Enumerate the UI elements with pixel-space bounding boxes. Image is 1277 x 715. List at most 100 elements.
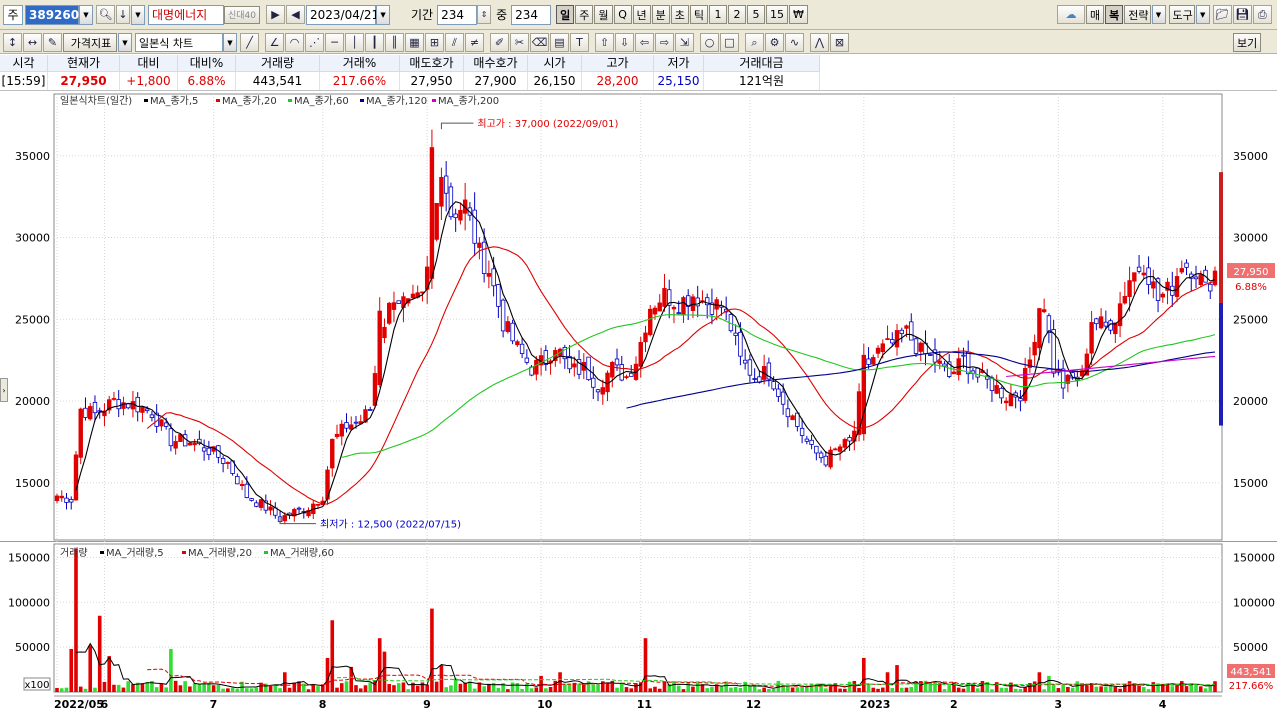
- period-line-icon[interactable]: ║: [385, 33, 404, 52]
- pattern-tool-icon[interactable]: ⋀: [810, 33, 829, 52]
- candle-body: [510, 322, 515, 342]
- multi-vline-icon[interactable]: ┃: [365, 33, 384, 52]
- channel-tool-icon[interactable]: ⫽: [445, 33, 464, 52]
- candle-body: [410, 293, 416, 299]
- play-left-icon[interactable]: ◀: [286, 5, 306, 24]
- quote-header: 거래%: [320, 55, 400, 72]
- price-indicator-button[interactable]: 가격지표: [63, 33, 117, 52]
- export-icon[interactable]: ⇲: [675, 33, 694, 52]
- erase-tool-icon[interactable]: ✂: [510, 33, 529, 52]
- right-arrow-icon[interactable]: ⇨: [655, 33, 674, 52]
- chart-area[interactable]: 15000 15000 20000 20000 25000 25000 30000 30000…: [0, 92, 1277, 712]
- volume-bar: [563, 683, 567, 692]
- stock-code-dropdown[interactable]: ▼: [79, 4, 93, 25]
- line-tool-icon[interactable]: ╱: [240, 33, 259, 52]
- chart-type-select[interactable]: 일본식 차트: [135, 33, 223, 52]
- price-volume-chart[interactable]: 15000 15000 20000 20000 25000 25000 30000 30000…: [0, 92, 1277, 712]
- text-tool-icon[interactable]: T: [570, 33, 589, 52]
- market-select[interactable]: 주: [3, 4, 23, 25]
- interval-button[interactable]: 일: [556, 5, 575, 24]
- search-icon[interactable]: 🔍︎: [96, 5, 115, 24]
- arc-tool-icon[interactable]: ◠: [285, 33, 304, 52]
- close-tool-icon[interactable]: ⊠: [830, 33, 849, 52]
- arrow-leftright-icon[interactable]: ↔: [23, 33, 42, 52]
- volume-bar: [581, 684, 586, 692]
- tools-dropdown[interactable]: ▼: [1195, 5, 1210, 24]
- interval-button[interactable]: 2: [728, 5, 747, 24]
- stock-code-input[interactable]: 389260: [25, 4, 79, 25]
- volume-unit-label: x100: [24, 680, 49, 691]
- interval-button[interactable]: 1: [709, 5, 728, 24]
- save-icon[interactable]: 💾︎: [1232, 5, 1252, 24]
- candle-body: [742, 359, 748, 364]
- interval-button[interactable]: ₩: [789, 5, 808, 24]
- candle-body: [1193, 276, 1199, 280]
- candle-body: [1179, 268, 1184, 273]
- hline-tool-icon[interactable]: ─: [325, 33, 344, 52]
- interval-button[interactable]: 틱: [689, 5, 709, 24]
- play-right-icon[interactable]: ▶: [266, 5, 286, 24]
- fan-tool-icon[interactable]: ⋰: [305, 33, 324, 52]
- stock-name-input[interactable]: 대명에너지: [148, 4, 224, 25]
- grid-tool-icon[interactable]: ▦: [405, 33, 424, 52]
- settings-icon[interactable]: ⚙: [765, 33, 784, 52]
- circle-tool-icon[interactable]: ○: [700, 33, 719, 52]
- candle-body: [994, 385, 999, 394]
- vline-tool-icon[interactable]: │: [345, 33, 364, 52]
- cloud-icon[interactable]: ☁: [1057, 5, 1085, 24]
- eraser-icon[interactable]: ⌫: [530, 33, 549, 52]
- chart-type-dropdown[interactable]: ▼: [223, 33, 237, 52]
- print-icon[interactable]: ⎙: [1252, 5, 1272, 24]
- volume-bar: [401, 682, 406, 692]
- quote-column: 거래량 443,541: [236, 55, 320, 91]
- legend-swatch: [360, 99, 364, 102]
- interval-button[interactable]: 5: [747, 5, 766, 24]
- interval-button[interactable]: 초: [670, 5, 689, 24]
- interval-button[interactable]: 분: [651, 5, 670, 24]
- view-button[interactable]: 보기: [1233, 33, 1262, 52]
- date-dropdown[interactable]: ▼: [376, 4, 391, 25]
- period-stepper-icon[interactable]: ⇕: [477, 5, 492, 24]
- interval-button[interactable]: Q: [613, 5, 632, 24]
- folder-icon[interactable]: 📁︎: [1212, 5, 1232, 24]
- tools-button[interactable]: 도구: [1168, 5, 1195, 24]
- interval-button[interactable]: 년: [632, 5, 651, 24]
- interval-button[interactable]: 주: [575, 5, 594, 24]
- count-input[interactable]: 234: [511, 4, 552, 25]
- volume-bar: [173, 680, 178, 692]
- rect-tool-icon[interactable]: □: [720, 33, 739, 52]
- fib-tool-icon[interactable]: ⊞: [425, 33, 444, 52]
- strategy-dropdown[interactable]: ▼: [1151, 5, 1166, 24]
- left-arrow-icon[interactable]: ⇦: [635, 33, 654, 52]
- candle-body: [695, 297, 700, 307]
- strategy-button[interactable]: 전략: [1124, 5, 1151, 24]
- period-input[interactable]: 234: [437, 4, 478, 25]
- sort-dropdown[interactable]: ▼: [131, 4, 145, 25]
- down-arrow-icon[interactable]: ⇩: [615, 33, 634, 52]
- arrow-updown-icon[interactable]: ↕: [3, 33, 22, 52]
- up-arrow-icon[interactable]: ⇧: [595, 33, 614, 52]
- volume-bar: [221, 688, 225, 692]
- zoom-tool-icon[interactable]: ⌕: [745, 33, 764, 52]
- buy-sell-button[interactable]: 매: [1086, 5, 1105, 24]
- panel-expand-handle[interactable]: ›: [0, 378, 8, 402]
- edit-icon[interactable]: ✎: [43, 33, 62, 52]
- volume-bar: [325, 657, 330, 692]
- parallel-tool-icon[interactable]: ≠: [465, 33, 484, 52]
- date-input[interactable]: 2023/04/21: [306, 4, 379, 25]
- sort-icon[interactable]: ↓: [116, 5, 130, 24]
- compound-button[interactable]: 복: [1105, 5, 1124, 24]
- volume-bar: [55, 687, 59, 692]
- note-tool-icon[interactable]: ▤: [550, 33, 569, 52]
- interval-button[interactable]: 15: [766, 5, 789, 24]
- angle-tool-icon[interactable]: ∠: [265, 33, 284, 52]
- volume-bar: [1070, 687, 1075, 692]
- price-indicator-dropdown[interactable]: ▼: [118, 33, 132, 52]
- volume-bar: [672, 681, 676, 692]
- quote-header: 거래량: [236, 55, 320, 72]
- interval-button[interactable]: 월: [594, 5, 613, 24]
- volume-bar: [510, 682, 515, 692]
- candle-body: [1037, 308, 1042, 349]
- pen-tool-icon[interactable]: ✐: [490, 33, 509, 52]
- wave-tool-icon[interactable]: ∿: [785, 33, 804, 52]
